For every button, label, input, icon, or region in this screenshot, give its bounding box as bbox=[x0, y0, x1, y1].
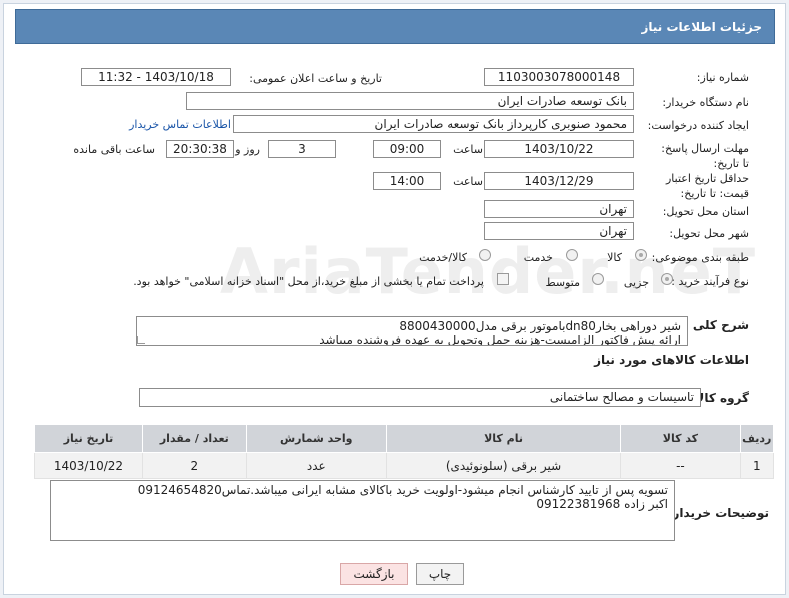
col-code: کد کالا bbox=[620, 424, 741, 453]
buyer-notes-line-1: تسویه پس از تایید کارشناس انجام میشود-او… bbox=[137, 483, 668, 497]
cell-name: شیر برقی (سلونوئیدی) bbox=[385, 452, 622, 479]
col-unit: واحد شمارش bbox=[245, 424, 387, 453]
category-goods-label: کالا bbox=[607, 251, 622, 264]
requester-label: ایجاد کننده درخواست: bbox=[647, 119, 749, 132]
print-button[interactable]: چاپ bbox=[416, 563, 464, 585]
page-title: جزئیات اطلاعات نیاز bbox=[15, 9, 775, 44]
table-row: 1 -- شیر برقی (سلونوئیدی) عدد 2 1403/10/… bbox=[34, 452, 775, 479]
province-label: استان محل تحویل: bbox=[662, 205, 749, 218]
requester-field: محمود صنوبری کارپرداز بانک توسعه صادرات … bbox=[233, 115, 634, 133]
description-line-1: شیر دوراهی بخارdn80باموتور برقی مدل88004… bbox=[399, 319, 681, 333]
col-need-date: تاریخ نیاز bbox=[34, 424, 143, 453]
process-minor-radio[interactable] bbox=[661, 273, 673, 285]
buyer-org-label: نام دستگاه خریدار: bbox=[662, 96, 749, 109]
col-row: ردیف bbox=[739, 424, 775, 453]
goods-table-header: ردیف کد کالا نام کالا واحد شمارش تعداد /… bbox=[34, 424, 775, 453]
reply-deadline-label: مهلت ارسال پاسخ: تا تاریخ: bbox=[661, 142, 749, 170]
process-label: نوع فرآیند خرید : bbox=[671, 275, 749, 288]
col-name: نام کالا bbox=[385, 424, 622, 453]
category-service-label: خدمت bbox=[523, 251, 553, 264]
cell-unit: عدد bbox=[245, 452, 387, 479]
reply-time-label: ساعت bbox=[453, 143, 483, 156]
category-service-radio[interactable] bbox=[566, 249, 578, 261]
remaining-time-field: 20:30:38 bbox=[166, 140, 234, 158]
buyer-notes-textarea: تسویه پس از تایید کارشناس انجام میشود-او… bbox=[50, 480, 675, 541]
category-both-label: کالا/خدمت bbox=[419, 251, 467, 264]
remaining-label: ساعت باقی مانده bbox=[73, 143, 155, 156]
buyer-notes-line-2: اکبر زاده 09122381968 bbox=[536, 497, 668, 511]
province-field: تهران bbox=[484, 200, 634, 218]
resize-handle[interactable] bbox=[137, 336, 145, 344]
validity-time-field: 14:00 bbox=[373, 172, 441, 190]
treasury-payment-note: پرداخت تمام یا بخشی از مبلغ خرید،از محل … bbox=[133, 275, 484, 288]
reply-time-field: 09:00 bbox=[373, 140, 441, 158]
process-medium-radio[interactable] bbox=[592, 273, 604, 285]
process-medium-label: متوسط bbox=[545, 276, 580, 289]
back-button[interactable]: بازگشت bbox=[340, 563, 408, 585]
city-field: تهران bbox=[484, 222, 634, 240]
buyer-notes-label: توضیحات خریدار: bbox=[667, 506, 769, 520]
cell-code: -- bbox=[620, 452, 741, 479]
category-both-radio[interactable] bbox=[479, 249, 491, 261]
description-line-2: ارائه پیش فاکتور الزامیست-هزینه حمل وتحو… bbox=[319, 333, 681, 346]
goods-section-title: اطلاعات کالاهای مورد نیاز bbox=[594, 353, 749, 367]
validity-date-field: 1403/12/29 bbox=[484, 172, 634, 190]
validity-label: حداقل تاریخ اعتبار قیمت: تا تاریخ: bbox=[665, 172, 749, 200]
goods-table: ردیف کد کالا نام کالا واحد شمارش تعداد /… bbox=[34, 424, 775, 479]
treasury-payment-checkbox[interactable] bbox=[497, 273, 509, 285]
category-goods-radio[interactable] bbox=[635, 249, 647, 261]
city-label: شهر محل تحویل: bbox=[669, 227, 749, 240]
days-field: 3 bbox=[268, 140, 336, 158]
announce-field: 1403/10/18 - 11:32 bbox=[81, 68, 231, 86]
days-label: روز و bbox=[235, 143, 260, 156]
cell-quantity: 2 bbox=[141, 452, 247, 479]
process-minor-label: جزیی bbox=[623, 276, 649, 289]
cell-need-date: 1403/10/22 bbox=[34, 452, 143, 479]
category-label: طبقه بندی موضوعی: bbox=[651, 251, 749, 264]
reply-date-field: 1403/10/22 bbox=[484, 140, 634, 158]
validity-time-label: ساعت bbox=[453, 175, 483, 188]
need-number-label: شماره نیاز: bbox=[696, 71, 749, 84]
announce-label: تاریخ و ساعت اعلان عمومی: bbox=[249, 72, 382, 85]
need-number-field: 1103003078000148 bbox=[484, 68, 634, 86]
col-quantity: تعداد / مقدار bbox=[141, 424, 247, 453]
goods-group-field: تاسیسات و مصالح ساختمانی bbox=[139, 388, 701, 407]
cell-row: 1 bbox=[739, 452, 775, 479]
buyer-org-field: بانک توسعه صادرات ایران bbox=[186, 92, 634, 110]
description-textarea: شیر دوراهی بخارdn80باموتور برقی مدل88004… bbox=[136, 316, 688, 346]
contact-buyer-link[interactable]: اطلاعات تماس خریدار bbox=[129, 118, 231, 131]
